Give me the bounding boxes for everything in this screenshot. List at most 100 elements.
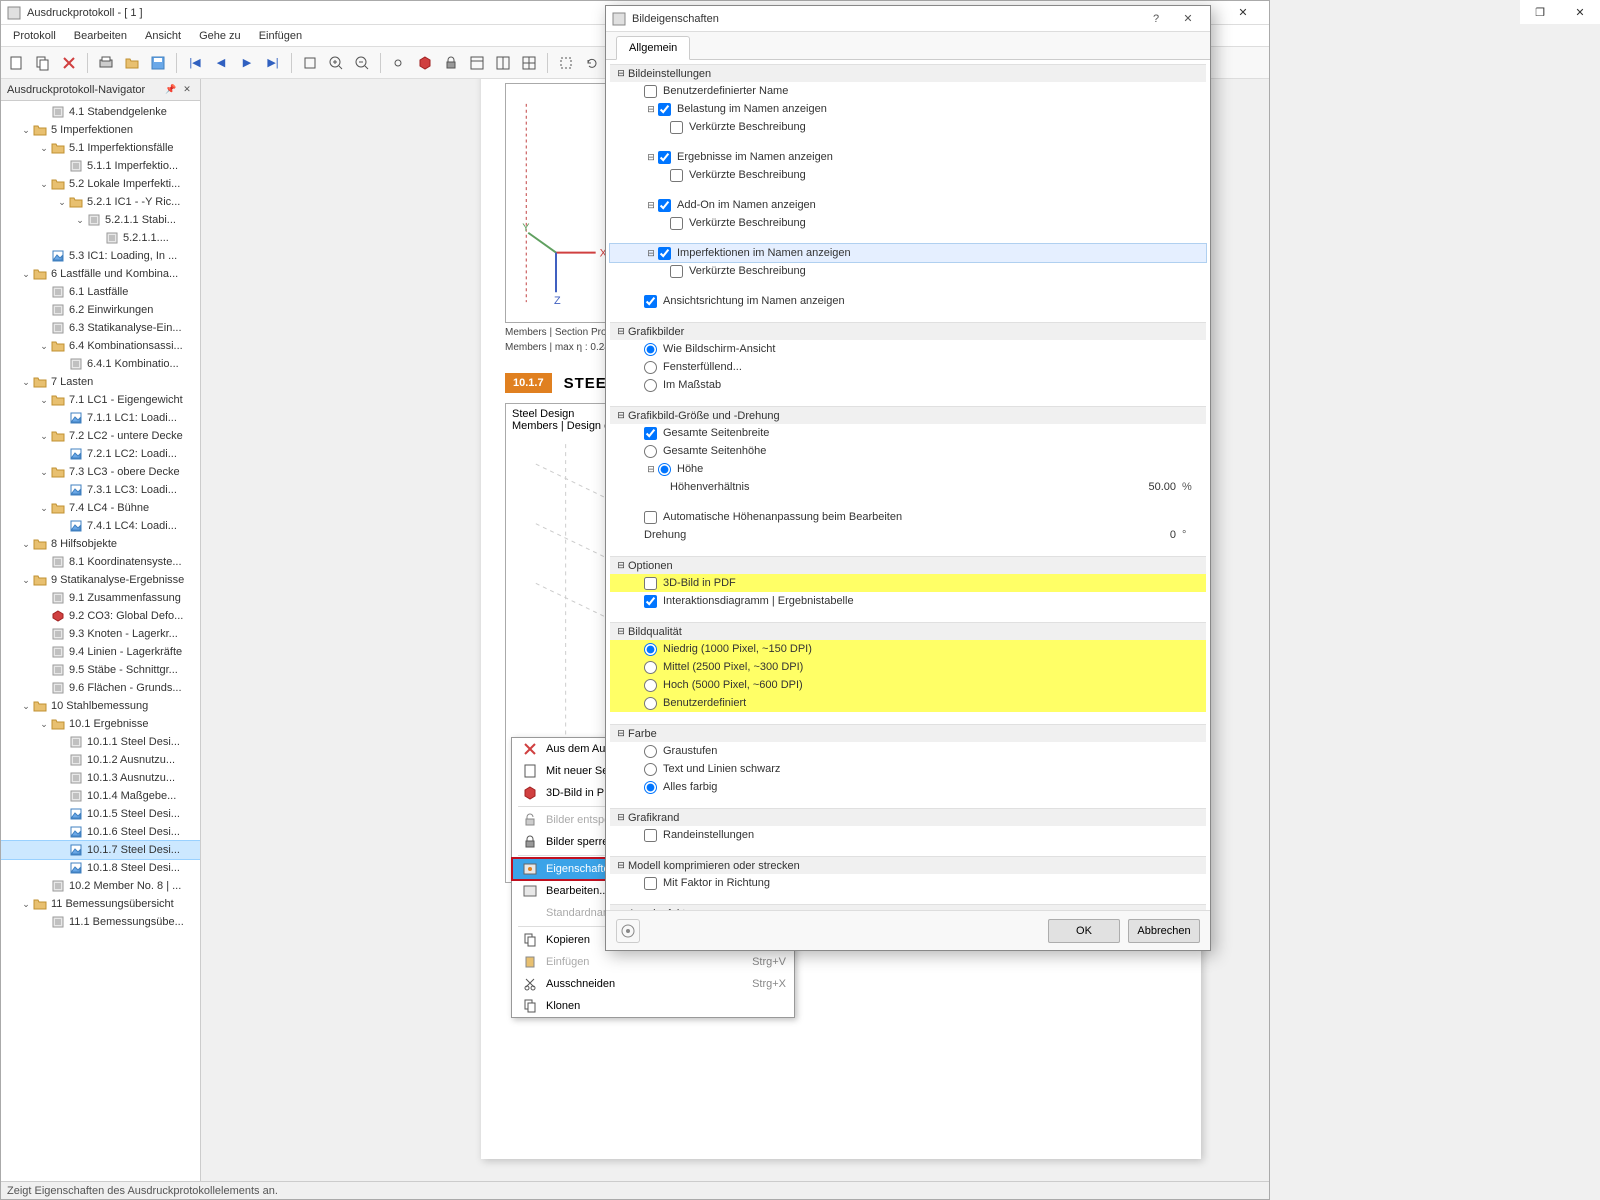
opt-gesamte-breite[interactable]: Gesamte Seitenbreite <box>610 424 1206 442</box>
tool-delete-icon[interactable] <box>57 51 81 75</box>
opt-ergebnisse-name[interactable]: ⊟Ergebnisse im Namen anzeigen <box>610 148 1206 166</box>
tool-new-icon[interactable] <box>5 51 29 75</box>
tool-layout1-icon[interactable] <box>465 51 489 75</box>
tree-item[interactable]: 11.1 Bemessungsübe... <box>1 913 200 931</box>
opt-wie-bildschirm[interactable]: Wie Bildschirm-Ansicht <box>610 340 1206 358</box>
tool-refresh-icon[interactable] <box>580 51 604 75</box>
zoom-in-icon[interactable] <box>324 51 348 75</box>
tree-item[interactable]: 10.1.1 Steel Desi... <box>1 733 200 751</box>
tool-link-icon[interactable] <box>387 51 411 75</box>
tree-item[interactable]: 9.5 Stäbe - Schnittgr... <box>1 661 200 679</box>
cancel-button[interactable]: Abbrechen <box>1128 919 1200 943</box>
opt-ansicht-name[interactable]: Ansichtsrichtung im Namen anzeigen <box>610 292 1206 310</box>
tab-allgemein[interactable]: Allgemein <box>616 36 690 60</box>
opt-3d-pdf[interactable]: 3D-Bild in PDF <box>610 574 1206 592</box>
tree-item[interactable]: ⌄6 Lastfälle und Kombina... <box>1 265 200 283</box>
group-optionen[interactable]: ⊟Optionen <box>610 556 1206 574</box>
tree-item[interactable]: 7.3.1 LC3: Loadi... <box>1 481 200 499</box>
navigator-tree[interactable]: 4.1 Stabendgelenke⌄5 Imperfektionen⌄5.1 … <box>1 101 200 1181</box>
tree-item[interactable]: 9.4 Linien - Lagerkräfte <box>1 643 200 661</box>
nav-prev-icon[interactable]: ◀ <box>209 51 233 75</box>
tree-item[interactable]: ⌄10.1 Ergebnisse <box>1 715 200 733</box>
opt-drehung[interactable]: Drehung0° <box>610 526 1206 544</box>
tree-item[interactable]: 5.3 IC1: Loading, In ... <box>1 247 200 265</box>
close-button[interactable]: ✕ <box>1223 1 1263 25</box>
opt-belastung-name[interactable]: ⊟Belastung im Namen anzeigen <box>610 100 1206 118</box>
opt-graustufen[interactable]: Graustufen <box>610 742 1206 760</box>
tree-item[interactable]: ⌄5.2.1.1 Stabi... <box>1 211 200 229</box>
opt-addon-name[interactable]: ⊟Add-On im Namen anzeigen <box>610 196 1206 214</box>
tree-item[interactable]: ⌄7.1 LC1 - Eigengewicht <box>1 391 200 409</box>
tree-item[interactable]: 9.3 Knoten - Lagerkr... <box>1 625 200 643</box>
tree-item[interactable]: ⌄5.2 Lokale Imperfekti... <box>1 175 200 193</box>
tree-item[interactable]: ⌄8 Hilfsobjekte <box>1 535 200 553</box>
tree-item[interactable]: ⌄6.4 Kombinationsassi... <box>1 337 200 355</box>
tree-item[interactable]: ⌄11 Bemessungsübersicht <box>1 895 200 913</box>
tree-item[interactable]: 7.1.1 LC1: Loadi... <box>1 409 200 427</box>
opt-auto-hoehe[interactable]: Automatische Höhenanpassung beim Bearbei… <box>610 508 1206 526</box>
opt-verk-besch-2[interactable]: Verkürzte Beschreibung <box>610 166 1206 184</box>
ok-button[interactable]: OK <box>1048 919 1120 943</box>
tree-item[interactable]: 10.1.7 Steel Desi... <box>1 841 200 859</box>
opt-hoehe[interactable]: ⊟Höhe <box>610 460 1206 478</box>
opt-niedrig[interactable]: Niedrig (1000 Pixel, ~150 DPI) <box>610 640 1206 658</box>
nav-last-icon[interactable]: ▶| <box>261 51 285 75</box>
menu-bearbeiten[interactable]: Bearbeiten <box>66 28 135 44</box>
opt-text-linien[interactable]: Text und Linien schwarz <box>610 760 1206 778</box>
ctx-item[interactable]: AusschneidenStrg+X <box>512 973 794 995</box>
tree-item[interactable]: 7.4.1 LC4: Loadi... <box>1 517 200 535</box>
zoom-fit-icon[interactable] <box>298 51 322 75</box>
menu-einfuegen[interactable]: Einfügen <box>251 28 310 44</box>
tree-item[interactable]: 8.1 Koordinatensyste... <box>1 553 200 571</box>
tree-item[interactable]: 10.1.4 Maßgebe... <box>1 787 200 805</box>
tree-item[interactable]: ⌄7 Lasten <box>1 373 200 391</box>
tree-item[interactable]: 10.1.3 Ausnutzu... <box>1 769 200 787</box>
menu-ansicht[interactable]: Ansicht <box>137 28 189 44</box>
tree-item[interactable]: 6.2 Einwirkungen <box>1 301 200 319</box>
tree-item[interactable]: ⌄5.2.1 IC1 - -Y Ric... <box>1 193 200 211</box>
tree-item[interactable]: ⌄9 Statikanalyse-Ergebnisse <box>1 571 200 589</box>
dialog-close-icon[interactable]: ✕ <box>1172 7 1204 31</box>
tree-item[interactable]: 7.2.1 LC2: Loadi... <box>1 445 200 463</box>
tool-folder-icon[interactable] <box>120 51 144 75</box>
dialog-help-button[interactable] <box>616 919 640 943</box>
opt-interaktionsdiagramm[interactable]: Interaktionsdiagramm | Ergebnistabelle <box>610 592 1206 610</box>
tree-item[interactable]: 10.1.6 Steel Desi... <box>1 823 200 841</box>
tree-item[interactable]: 5.1.1 Imperfektio... <box>1 157 200 175</box>
group-grafikrand[interactable]: ⊟Grafikrand <box>610 808 1206 826</box>
tree-item[interactable]: 6.3 Statikanalyse-Ein... <box>1 319 200 337</box>
tool-save-icon[interactable] <box>146 51 170 75</box>
opt-mit-faktor[interactable]: Mit Faktor in Richtung <box>610 874 1206 892</box>
tree-item[interactable]: ⌄7.3 LC3 - obere Decke <box>1 463 200 481</box>
outer-close-button[interactable]: ✕ <box>1560 0 1600 24</box>
opt-hoch[interactable]: Hoch (5000 Pixel, ~600 DPI) <box>610 676 1206 694</box>
group-bildeinstellungen[interactable]: ⊟Bildeinstellungen <box>610 64 1206 82</box>
opt-randeinstellungen[interactable]: Randeinstellungen <box>610 826 1206 844</box>
tree-item[interactable]: 9.2 CO3: Global Defo... <box>1 607 200 625</box>
tool-layout2-icon[interactable] <box>491 51 515 75</box>
menu-protokoll[interactable]: Protokoll <box>5 28 64 44</box>
tree-item[interactable]: 10.1.8 Steel Desi... <box>1 859 200 877</box>
tree-item[interactable]: 9.6 Flächen - Grunds... <box>1 679 200 697</box>
group-groesse-drehung[interactable]: ⊟Grafikbild-Größe und -Drehung <box>610 406 1206 424</box>
dialog-help-icon[interactable]: ? <box>1140 7 1172 31</box>
opt-verk-besch-4[interactable]: Verkürzte Beschreibung <box>610 262 1206 280</box>
tool-cube-icon[interactable] <box>413 51 437 75</box>
tool-print-icon[interactable] <box>94 51 118 75</box>
opt-benutzerdefiniert[interactable]: Benutzerdefiniert <box>610 694 1206 712</box>
tree-item[interactable]: ⌄10 Stahlbemessung <box>1 697 200 715</box>
opt-imperf-name[interactable]: ⊟Imperfektionen im Namen anzeigen <box>610 244 1206 262</box>
group-bildqualitaet[interactable]: ⊟Bildqualität <box>610 622 1206 640</box>
opt-benutzerdef-name[interactable]: Benutzerdefinierter Name <box>610 82 1206 100</box>
tree-item[interactable]: ⌄7.4 LC4 - Bühne <box>1 499 200 517</box>
tree-item[interactable]: 10.1.5 Steel Desi... <box>1 805 200 823</box>
nav-next-icon[interactable]: ▶ <box>235 51 259 75</box>
tree-item[interactable]: 5.2.1.1.... <box>1 229 200 247</box>
group-grafikbilder[interactable]: ⊟Grafikbilder <box>610 322 1206 340</box>
tree-item[interactable]: 6.1 Lastfälle <box>1 283 200 301</box>
outer-restore-button[interactable]: ❐ <box>1520 0 1560 24</box>
opt-gesamte-hoehe[interactable]: Gesamte Seitenhöhe <box>610 442 1206 460</box>
group-modell[interactable]: ⊟Modell komprimieren oder strecken <box>610 856 1206 874</box>
navigator-pin-icon[interactable]: 📌 <box>164 83 178 97</box>
ctx-item[interactable]: Klonen <box>512 995 794 1017</box>
